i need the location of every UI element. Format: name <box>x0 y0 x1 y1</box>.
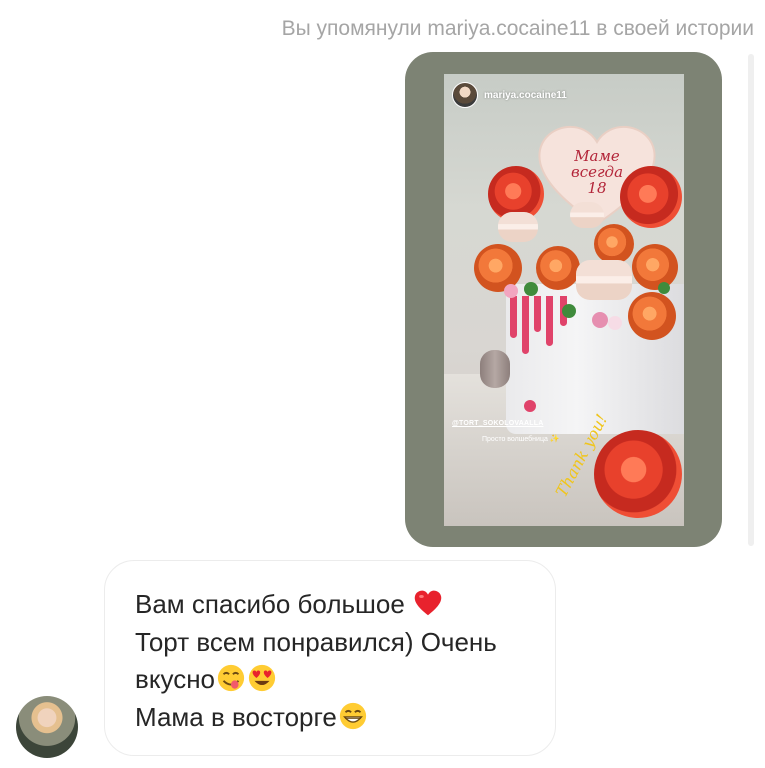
sender-avatar[interactable] <box>16 696 78 758</box>
topper-text: Маме всегда 18 <box>554 148 640 196</box>
cake-drip <box>534 296 541 332</box>
story-image[interactable]: mariya.cocaine11 Маме всегда 18 @TORT_SO… <box>444 74 684 526</box>
message-line: Мама в восторге <box>135 699 525 737</box>
topper-line: всегда <box>570 163 624 181</box>
cake-drip <box>510 296 517 338</box>
green-bud <box>658 282 670 294</box>
direct-message-thread: Вы упомянули mariya.cocaine11 в своей ис… <box>0 0 765 768</box>
topper-line: 18 <box>587 179 607 197</box>
message-line: Вам спасибо большое <box>135 586 525 624</box>
message-text: Мама в восторге <box>135 701 337 732</box>
story-mention-sticker: @TORT_SOKOLOVAALLA <box>452 420 544 427</box>
rose-flower <box>536 246 580 290</box>
story-caption-text: Просто волшебница <box>482 436 548 443</box>
yum-face-icon <box>217 664 245 692</box>
story-author-avatar <box>452 82 478 108</box>
story-mention-notice: Вы упомянули mariya.cocaine11 в своей ис… <box>281 17 754 40</box>
red-heart-icon <box>414 590 442 616</box>
topper-line: Маме <box>574 147 620 165</box>
sugar-pearl <box>608 316 622 330</box>
story-caption: Просто волшебница ✨ <box>482 434 560 443</box>
green-bud <box>562 304 576 318</box>
macaron <box>480 350 510 388</box>
story-author-username: mariya.cocaine11 <box>484 89 567 101</box>
grinning-face-icon <box>339 702 367 729</box>
message-text: вкусно <box>135 664 216 694</box>
story-header: mariya.cocaine11 <box>452 82 567 108</box>
macaron <box>498 212 538 242</box>
rose-flower <box>628 292 676 340</box>
sparkle-icon: ✨ <box>549 434 560 443</box>
story-reply-card[interactable]: mariya.cocaine11 Маме всегда 18 @TORT_SO… <box>405 52 722 547</box>
cake-drip <box>546 296 553 346</box>
green-bud <box>524 282 538 296</box>
rose-flower <box>632 244 678 290</box>
message-text: Вам спасибо большое <box>135 589 405 619</box>
message-line: Торт всем понравился) Очень <box>135 624 525 662</box>
sugar-pearl <box>504 284 518 298</box>
sugar-pearl <box>524 400 536 412</box>
scrollbar[interactable] <box>748 54 754 546</box>
message-line: вкусно <box>135 661 525 699</box>
message-text: Торт всем понравился) Очень <box>135 626 497 657</box>
heart-eyes-face-icon <box>248 664 276 692</box>
macaron <box>570 202 604 228</box>
message-bubble[interactable]: Вам спасибо большое Торт всем понравился… <box>104 560 556 756</box>
macaron <box>576 260 632 300</box>
sugar-pearl <box>592 312 608 328</box>
rose-flower <box>594 224 634 264</box>
rose-flower <box>594 430 682 518</box>
cake-drip <box>522 296 529 354</box>
